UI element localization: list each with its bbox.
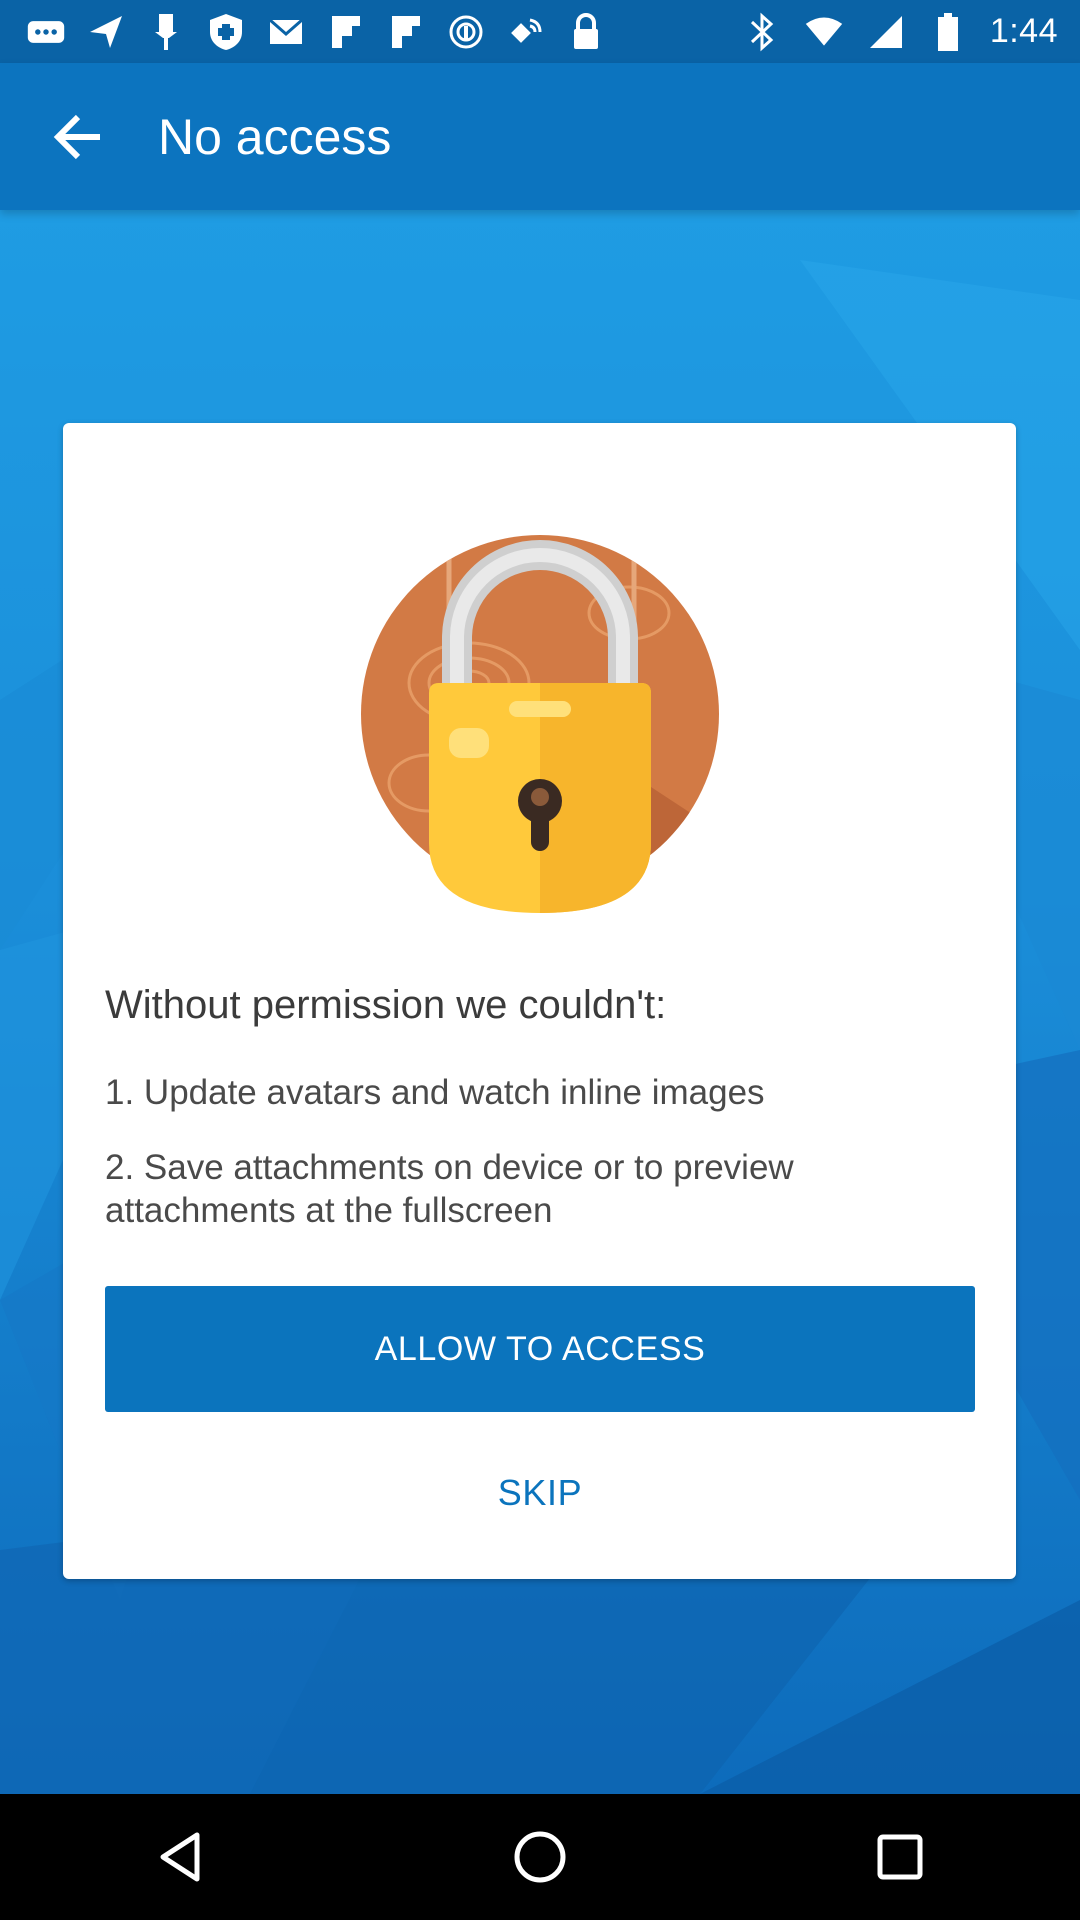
nav-recents-button[interactable]	[840, 1807, 960, 1907]
status-bar: 1:44	[0, 0, 1080, 63]
page-title: No access	[158, 108, 392, 165]
battery-icon	[928, 12, 968, 52]
messages-icon	[26, 12, 66, 52]
fake-gps-icon	[506, 12, 546, 52]
back-button[interactable]	[28, 87, 128, 187]
lock-icon	[566, 12, 606, 52]
wifi-icon	[804, 12, 844, 52]
back-triangle-icon	[160, 1832, 200, 1882]
padlock-icon	[359, 533, 721, 913]
signal-icon	[866, 12, 906, 52]
pin-icon	[146, 12, 186, 52]
permission-card: Without permission we couldn't: 1. Updat…	[63, 423, 1016, 1579]
permission-heading: Without permission we couldn't:	[105, 983, 667, 1027]
allow-to-access-button[interactable]: ALLOW TO ACCESS	[105, 1286, 975, 1412]
nav-back-button[interactable]	[120, 1807, 240, 1907]
mail-icon	[266, 12, 306, 52]
home-circle-icon	[514, 1831, 566, 1883]
skip-button[interactable]: SKIP	[105, 1443, 975, 1543]
navigation-bar	[0, 1794, 1080, 1920]
send-icon	[86, 12, 126, 52]
bluetooth-icon	[742, 12, 782, 52]
status-time: 1:44	[989, 12, 1058, 50]
permission-item-2: 2. Save attachments on device or to prev…	[105, 1148, 794, 1230]
permission-item-1: 1. Update avatars and watch inline image…	[105, 1073, 765, 1112]
app-bar: No access	[0, 63, 1080, 210]
recents-square-icon	[877, 1834, 923, 1880]
flipboard-icon	[326, 12, 366, 52]
arrow-back-icon	[53, 114, 100, 159]
podcast-icon	[446, 12, 486, 52]
shield-icon	[206, 12, 246, 52]
nav-home-button[interactable]	[480, 1807, 600, 1907]
flipboard-icon	[386, 12, 426, 52]
